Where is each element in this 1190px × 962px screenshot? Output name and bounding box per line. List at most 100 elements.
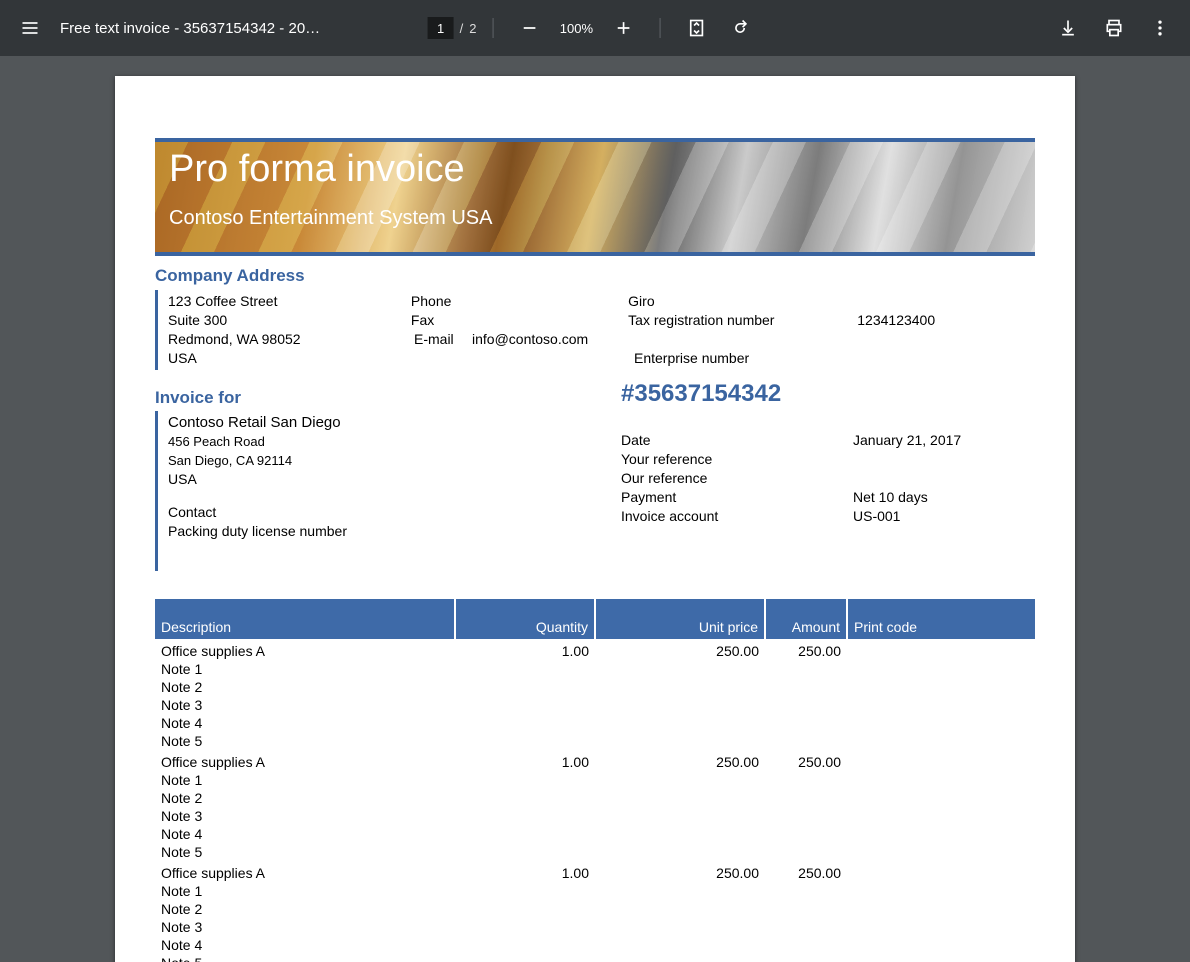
company-line: 123 Coffee Street — [168, 292, 411, 311]
meta-value — [853, 450, 1033, 469]
company-line: Redmond, WA 98052 — [168, 330, 414, 349]
cell-unit-price: 250.00 — [595, 750, 765, 771]
more-vertical-icon — [1150, 18, 1170, 38]
page-number-input[interactable] — [428, 17, 454, 39]
company-block: 123 Coffee Street Phone Giro Suite 300 F… — [155, 290, 1035, 370]
note-row: Note 2 — [155, 789, 1035, 807]
rotate-icon — [732, 18, 752, 38]
note-text: Note 4 — [155, 714, 1035, 732]
toolbar-center: / 2 100% — [428, 8, 763, 48]
company-address-heading: Company Address — [155, 266, 1035, 286]
note-text: Note 3 — [155, 696, 1035, 714]
cell-amount: 250.00 — [765, 639, 847, 660]
note-text: Note 2 — [155, 678, 1035, 696]
cell-print-code — [847, 639, 1035, 660]
invoice-number: #35637154342 — [621, 384, 781, 411]
invoice-for-heading: Invoice for — [155, 388, 621, 407]
print-button[interactable] — [1094, 8, 1134, 48]
table-header: Description Quantity Unit price Amount P… — [155, 599, 1035, 639]
download-icon — [1058, 18, 1078, 38]
document-page: Pro forma invoice Contoso Entertainment … — [115, 76, 1075, 962]
cell-unit-price: 250.00 — [595, 639, 765, 660]
zoom-level: 100% — [555, 21, 597, 36]
customer-line: San Diego, CA 92114 — [168, 451, 621, 470]
invoice-title: Pro forma invoice — [169, 148, 1021, 191]
note-row: Note 4 — [155, 714, 1035, 732]
invoice-banner: Pro forma invoice Contoso Entertainment … — [155, 138, 1035, 256]
note-row: Note 3 — [155, 918, 1035, 936]
note-row: Note 1 — [155, 771, 1035, 789]
cell-unit-price: 250.00 — [595, 861, 765, 882]
note-row: Note 1 — [155, 882, 1035, 900]
more-button[interactable] — [1140, 8, 1180, 48]
note-text: Note 1 — [155, 660, 1035, 678]
enterprise-label: Enterprise number — [634, 349, 866, 368]
note-text: Note 4 — [155, 825, 1035, 843]
meta-label: Payment — [621, 488, 853, 507]
plus-icon — [613, 18, 633, 38]
meta-value — [853, 469, 1033, 488]
page-separator: / — [460, 21, 464, 36]
contact-label: Contact — [168, 503, 621, 522]
note-text: Note 4 — [155, 936, 1035, 954]
line-items-table: Description Quantity Unit price Amount P… — [155, 599, 1035, 962]
note-text: Note 1 — [155, 882, 1035, 900]
fit-page-button[interactable] — [676, 8, 716, 48]
table-row: Office supplies A1.00250.00250.00 — [155, 750, 1035, 771]
cell-description: Office supplies A — [155, 639, 455, 660]
divider — [659, 18, 660, 38]
note-row: Note 2 — [155, 678, 1035, 696]
divider — [492, 18, 493, 38]
pdf-toolbar: Free text invoice - 35637154342 - 20… / … — [0, 0, 1190, 56]
zoom-in-button[interactable] — [603, 8, 643, 48]
tax-label: Tax registration number — [628, 311, 857, 330]
note-text: Note 3 — [155, 807, 1035, 825]
note-row: Note 3 — [155, 807, 1035, 825]
company-line: USA — [168, 349, 414, 368]
cell-print-code — [847, 861, 1035, 882]
cell-description: Office supplies A — [155, 861, 455, 882]
col-print-code: Print code — [847, 599, 1035, 639]
invoice-meta: DateJanuary 21, 2017Your referenceOur re… — [621, 413, 1033, 541]
customer-line: 456 Peach Road — [168, 432, 621, 451]
col-quantity: Quantity — [455, 599, 595, 639]
note-row: Note 4 — [155, 825, 1035, 843]
meta-label: Date — [621, 431, 853, 450]
cell-description: Office supplies A — [155, 750, 455, 771]
email-value: info@contoso.com — [472, 330, 588, 349]
fax-label: Fax — [411, 311, 469, 330]
note-text: Note 2 — [155, 900, 1035, 918]
page-total: 2 — [469, 21, 476, 36]
note-row: Note 5 — [155, 732, 1035, 750]
meta-value: Net 10 days — [853, 488, 1033, 507]
fit-page-icon — [686, 18, 706, 38]
note-row: Note 1 — [155, 660, 1035, 678]
download-button[interactable] — [1048, 8, 1088, 48]
giro-label: Giro — [628, 292, 857, 311]
document-viewport[interactable]: Pro forma invoice Contoso Entertainment … — [0, 56, 1190, 962]
tax-value: 1234123400 — [857, 311, 1035, 330]
col-description: Description — [155, 599, 455, 639]
col-amount: Amount — [765, 599, 847, 639]
invoice-for-block: Contoso Retail San Diego 456 Peach Road … — [155, 411, 1035, 571]
cell-amount: 250.00 — [765, 861, 847, 882]
note-text: Note 3 — [155, 918, 1035, 936]
note-row: Note 3 — [155, 696, 1035, 714]
print-icon — [1104, 18, 1124, 38]
phone-label: Phone — [411, 292, 469, 311]
zoom-out-button[interactable] — [509, 8, 549, 48]
customer-line: USA — [168, 470, 621, 489]
note-text: Note 2 — [155, 789, 1035, 807]
meta-label: Your reference — [621, 450, 853, 469]
meta-label: Our reference — [621, 469, 853, 488]
rotate-button[interactable] — [722, 8, 762, 48]
note-row: Note 4 — [155, 936, 1035, 954]
note-text: Note 5 — [155, 732, 1035, 750]
note-text: Note 5 — [155, 954, 1035, 962]
meta-value: January 21, 2017 — [853, 431, 1033, 450]
col-unit-price: Unit price — [595, 599, 765, 639]
cell-quantity: 1.00 — [455, 639, 595, 660]
email-label: E-mail — [414, 330, 472, 349]
menu-button[interactable] — [10, 8, 50, 48]
cell-amount: 250.00 — [765, 750, 847, 771]
